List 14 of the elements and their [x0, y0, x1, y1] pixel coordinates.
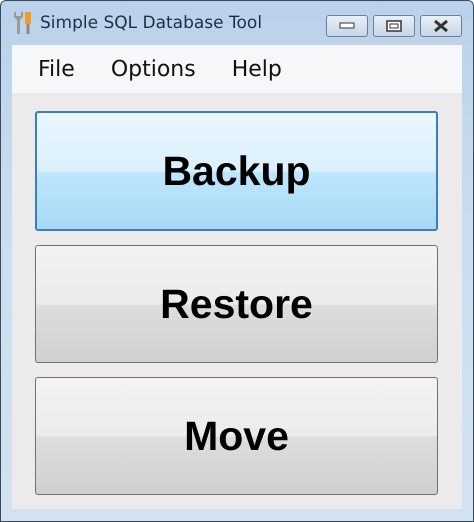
maximize-icon [386, 20, 402, 32]
close-icon [433, 20, 449, 32]
minimize-icon [339, 22, 355, 30]
action-button[interactable]: Move [35, 377, 438, 495]
window-title: Simple SQL Database Tool [40, 13, 264, 33]
tools-icon [12, 10, 34, 36]
action-button[interactable]: Backup [35, 111, 438, 231]
maximize-button[interactable] [373, 15, 415, 37]
close-button[interactable] [420, 15, 462, 37]
menu-item[interactable]: Help [232, 56, 282, 82]
menu-item[interactable]: File [38, 56, 75, 82]
action-button[interactable]: Restore [35, 245, 438, 363]
menu-item[interactable]: Options [110, 56, 196, 82]
minimize-button[interactable] [326, 15, 368, 37]
